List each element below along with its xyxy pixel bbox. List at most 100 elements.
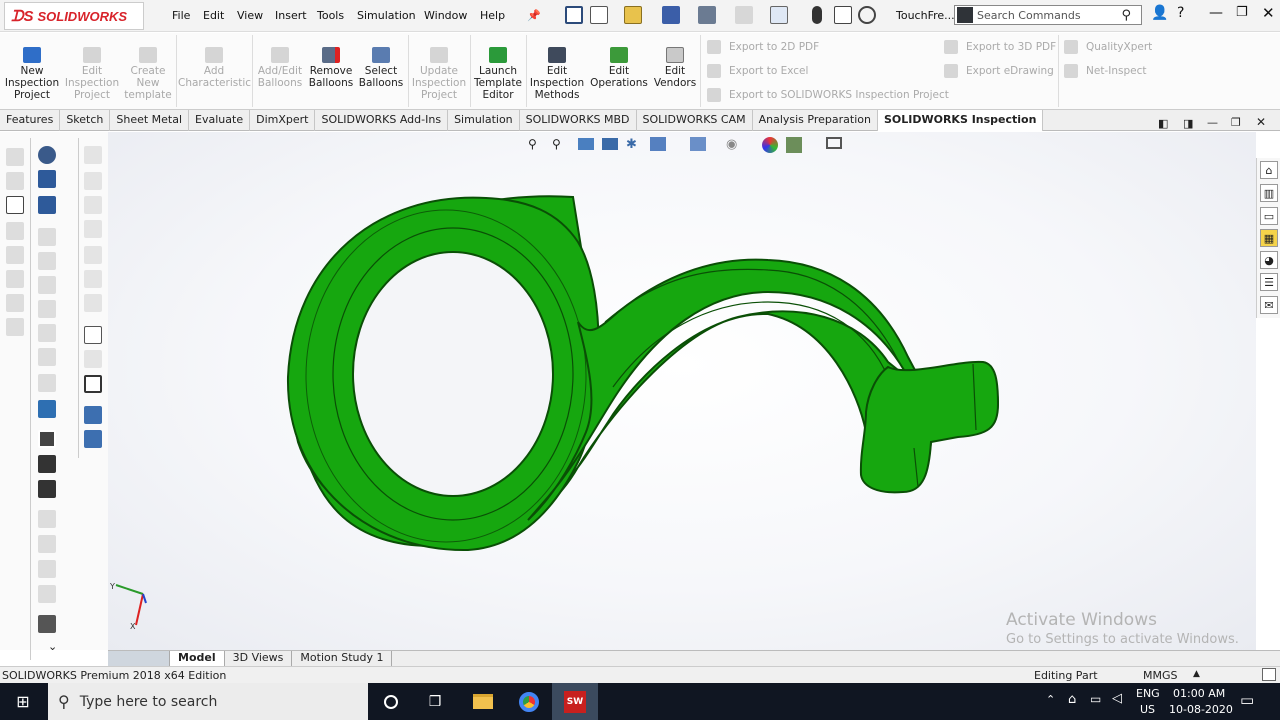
volume-icon[interactable]: ◁: [1112, 691, 1122, 706]
battery-icon[interactable]: ▭: [1090, 692, 1101, 706]
clock-time[interactable]: 01:00 AM: [1173, 687, 1225, 700]
box-b-icon[interactable]: [84, 172, 102, 190]
menu-insert[interactable]: Insert: [275, 9, 307, 22]
remove-balloons-button[interactable]: Remove Balloons: [306, 47, 356, 89]
annotation-text-icon[interactable]: [6, 148, 24, 166]
update-inspection-project-button[interactable]: Update Inspection Project: [410, 47, 468, 101]
tool-i-icon[interactable]: [38, 430, 56, 448]
chrome-taskbar-button[interactable]: [506, 683, 552, 720]
tab-evaluate[interactable]: Evaluate: [189, 110, 251, 131]
menu-help[interactable]: Help: [480, 9, 505, 22]
resources-home-icon[interactable]: ⌂: [1260, 161, 1278, 179]
menu-view[interactable]: View: [237, 9, 263, 22]
arrow-down-icon[interactable]: [38, 196, 56, 214]
home-icon[interactable]: [565, 6, 583, 24]
launch-template-editor-button[interactable]: Launch Template Editor: [472, 47, 524, 101]
qualityxpert-button[interactable]: QualityXpert: [1064, 40, 1152, 54]
edit-inspection-project-button[interactable]: Edit Inspection Project: [64, 47, 120, 101]
tool-p-icon[interactable]: [38, 615, 56, 633]
file-explorer-taskbar-button[interactable]: [460, 683, 506, 720]
tool-e-icon[interactable]: [38, 324, 56, 342]
tab-simulation[interactable]: Simulation: [448, 110, 520, 131]
search-commands[interactable]: Search Commands ⚲: [954, 5, 1142, 25]
region-indicator[interactable]: US: [1140, 703, 1155, 716]
tool-m-icon[interactable]: [38, 535, 56, 553]
status-help-icon[interactable]: [1262, 668, 1276, 681]
add-edit-balloons-button[interactable]: Add/Edit Balloons: [254, 47, 306, 89]
units-up-icon[interactable]: ▲: [1193, 669, 1200, 679]
tool-o-icon[interactable]: [38, 585, 56, 603]
box-k-icon[interactable]: [84, 430, 102, 448]
help-icon[interactable]: ?: [1177, 5, 1184, 21]
network-icon[interactable]: ⌂: [1068, 692, 1076, 707]
save-icon[interactable]: [662, 6, 680, 24]
box-e-icon[interactable]: [84, 246, 102, 264]
minimize-icon[interactable]: —: [1209, 5, 1223, 21]
forum-icon[interactable]: ✉: [1260, 296, 1278, 314]
restore-icon[interactable]: ❐: [1236, 5, 1248, 20]
appearances-icon[interactable]: ◕: [1260, 251, 1278, 269]
menu-file[interactable]: File: [172, 9, 190, 22]
annotation-datum-icon[interactable]: [6, 270, 24, 288]
create-new-template-button[interactable]: Create New template: [122, 47, 174, 101]
doc-restore-icon[interactable]: ❐: [1231, 116, 1241, 129]
tool-k-icon[interactable]: [38, 480, 56, 498]
tool-n-icon[interactable]: [38, 560, 56, 578]
tool-a-icon[interactable]: [38, 228, 56, 246]
pin-icon[interactable]: 📌: [527, 9, 541, 22]
export-excel-button[interactable]: Export to Excel: [707, 64, 808, 78]
box-a-icon[interactable]: [84, 146, 102, 164]
magnet-icon[interactable]: [38, 146, 56, 164]
menu-window[interactable]: Window: [424, 9, 467, 22]
tab-analysis-preparation[interactable]: Analysis Preparation: [753, 110, 878, 131]
units-selector[interactable]: MMGS: [1143, 669, 1178, 682]
task-view-button[interactable]: ❒: [412, 683, 458, 720]
solidworks-logo[interactable]: ᗪS SOLIDWORKS: [4, 2, 144, 30]
file-properties-icon[interactable]: [834, 6, 852, 24]
solidworks-taskbar-button[interactable]: SW: [552, 683, 598, 720]
select-balloons-button[interactable]: Select Balloons: [358, 47, 404, 89]
tool-l-icon[interactable]: [38, 510, 56, 528]
expand-chevron-icon[interactable]: ⌄: [48, 640, 57, 653]
tab-solidworks-inspection[interactable]: SOLIDWORKS Inspection: [877, 110, 1044, 131]
tool-g-icon[interactable]: [38, 374, 56, 392]
tool-f-icon[interactable]: [38, 348, 56, 366]
annotation-note-icon[interactable]: [6, 172, 24, 190]
box-c-icon[interactable]: [84, 196, 102, 214]
tab-motion-study[interactable]: Motion Study 1: [292, 651, 393, 666]
part-model[interactable]: [108, 132, 1256, 650]
print-icon[interactable]: [698, 6, 716, 24]
export-2d-pdf-button[interactable]: Export to 2D PDF: [707, 40, 819, 54]
tab-scroll-left-icon[interactable]: ◧: [1158, 117, 1168, 130]
tool-j-icon[interactable]: [38, 455, 56, 473]
export-3d-pdf-button[interactable]: Export to 3D PDF: [944, 40, 1056, 54]
close-icon[interactable]: ✕: [1262, 4, 1275, 22]
tool-h-icon[interactable]: [38, 400, 56, 418]
box-d-icon[interactable]: [84, 220, 102, 238]
tab-features[interactable]: Features: [0, 110, 61, 131]
edit-operations-button[interactable]: Edit Operations: [588, 47, 650, 89]
search-input[interactable]: Search Commands: [973, 9, 1121, 22]
annotation-weld-icon[interactable]: [6, 246, 24, 264]
tab-addins[interactable]: SOLIDWORKS Add-Ins: [315, 110, 449, 131]
start-button[interactable]: ⊞: [0, 683, 46, 720]
box-g-icon[interactable]: [84, 294, 102, 312]
cortana-button[interactable]: [368, 683, 414, 720]
options-gear-icon[interactable]: [858, 6, 876, 24]
tool-c-icon[interactable]: [38, 276, 56, 294]
menu-tools[interactable]: Tools: [317, 9, 344, 22]
tab-cam[interactable]: SOLIDWORKS CAM: [637, 110, 753, 131]
design-library-icon[interactable]: ▥: [1260, 184, 1278, 202]
traffic-light-icon[interactable]: [812, 6, 822, 24]
undo-icon[interactable]: [735, 6, 753, 24]
tab-dimxpert[interactable]: DimXpert: [250, 110, 316, 131]
menu-edit[interactable]: Edit: [203, 9, 224, 22]
tab-sketch[interactable]: Sketch: [60, 110, 111, 131]
box-i-icon[interactable]: [84, 350, 102, 368]
custom-properties-icon[interactable]: ☰: [1260, 273, 1278, 291]
annotation-a-icon[interactable]: [6, 196, 24, 214]
annotation-target-icon[interactable]: [6, 294, 24, 312]
tab-scroll-arrows[interactable]: [108, 651, 170, 666]
search-icon[interactable]: ⚲: [1121, 8, 1131, 23]
new-document-icon[interactable]: [590, 6, 608, 24]
